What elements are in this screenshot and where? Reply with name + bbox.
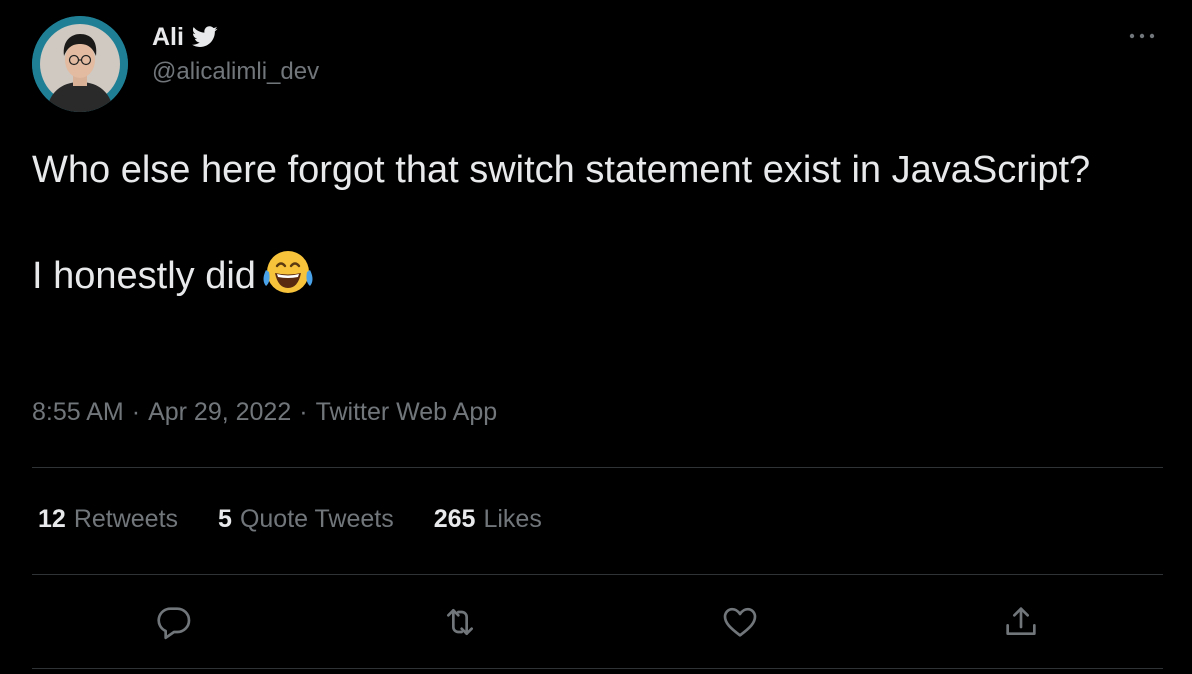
tweet-line-2-text: I honestly did <box>32 255 256 297</box>
engagement-stats: 12 Retweets 5 Quote Tweets 265 Likes <box>38 505 582 534</box>
quote-tweets-stat[interactable]: 5 Quote Tweets <box>218 505 394 534</box>
tweet-line-1: Who else here forgot that switch stateme… <box>32 149 1091 191</box>
likes-count: 265 <box>433 505 476 533</box>
tweet-detail: Ali @alicalimli_dev Who else here forgot… <box>0 0 1192 674</box>
retweet-icon <box>440 602 480 647</box>
author-name-row: Ali <box>152 20 218 54</box>
meta-separator: · <box>131 398 141 426</box>
divider <box>32 467 1163 468</box>
tweet-meta: 8:55 AM · Apr 29, 2022 · Twitter Web App <box>32 398 497 427</box>
tweet-time[interactable]: 8:55 AM <box>32 398 124 427</box>
tweet-actions <box>0 600 1192 648</box>
share-icon <box>1001 602 1041 647</box>
avatar[interactable] <box>32 16 128 112</box>
like-button[interactable] <box>716 600 764 648</box>
tweet-text: Who else here forgot that switch stateme… <box>32 144 1152 310</box>
quote-tweets-label: Quote Tweets <box>239 505 394 533</box>
tears-of-joy-emoji-icon <box>260 248 316 310</box>
quote-tweets-count: 5 <box>218 505 232 533</box>
divider <box>32 574 1163 575</box>
tweet-date[interactable]: Apr 29, 2022 <box>148 398 291 427</box>
likes-label: Likes <box>483 505 542 533</box>
divider <box>32 668 1163 669</box>
reply-button[interactable] <box>150 600 198 648</box>
retweet-button[interactable] <box>436 600 484 648</box>
twitter-bird-icon <box>191 26 218 48</box>
display-name[interactable]: Ali <box>152 23 184 52</box>
tweet-source[interactable]: Twitter Web App <box>316 398 498 427</box>
reply-icon <box>154 602 194 647</box>
retweets-count: 12 <box>38 505 66 533</box>
tweet-line-2: I honestly did <box>32 248 1152 310</box>
meta-separator: · <box>299 398 308 426</box>
more-options-icon[interactable] <box>1124 24 1160 48</box>
author-handle[interactable]: @alicalimli_dev <box>152 58 319 86</box>
retweets-label: Retweets <box>73 505 179 533</box>
like-icon <box>720 602 760 647</box>
share-button[interactable] <box>997 600 1045 648</box>
retweets-stat[interactable]: 12 Retweets <box>38 505 178 534</box>
likes-stat[interactable]: 265 Likes <box>434 505 542 534</box>
